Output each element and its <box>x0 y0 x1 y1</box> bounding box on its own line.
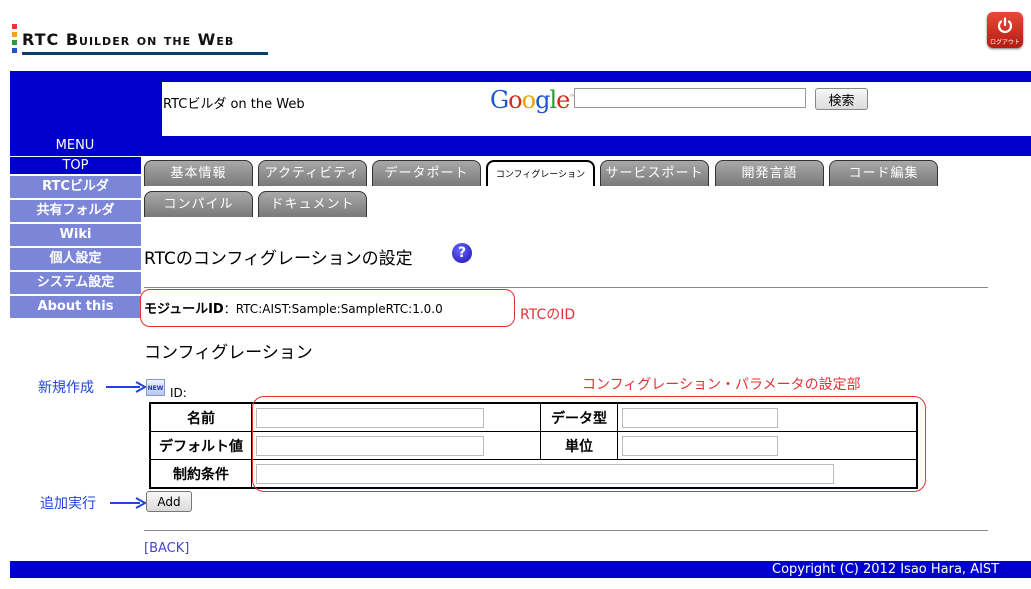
id-label: ID: <box>170 386 187 400</box>
annotation-rtc-id: RTCのID <box>520 307 576 323</box>
annotation-frame-config-params <box>252 396 926 492</box>
add-button[interactable]: Add <box>146 491 192 512</box>
annotation-new-create: 新規作成 <box>38 380 94 396</box>
tab-document[interactable]: ドキュメント <box>258 191 367 217</box>
help-icon[interactable]: ? <box>452 243 472 263</box>
sidebar-menu: TOP RTCビルダ 共有フォルダ Wiki 個人設定 システム設定 About… <box>10 157 141 320</box>
logo-text: RTC Builder on the Web <box>22 30 235 49</box>
sidebar-item-personal-settings[interactable]: 個人設定 <box>10 248 141 270</box>
divider <box>144 530 988 531</box>
back-link[interactable]: [BACK] <box>144 541 189 556</box>
tab-language[interactable]: 開発言語 <box>715 160 824 186</box>
annotation-frame-module-id <box>140 289 515 327</box>
tab-dataport[interactable]: データポート <box>372 160 481 186</box>
menu-label: MENU <box>55 138 95 153</box>
annotation-add-execute: 追加実行 <box>40 496 96 512</box>
tab-compile[interactable]: コンパイル <box>144 191 253 217</box>
sidebar-item-rtc-builder[interactable]: RTCビルダ <box>10 176 141 198</box>
new-document-icon[interactable]: NEW <box>146 379 165 396</box>
logout-button[interactable]: ログアウト <box>987 12 1023 48</box>
google-logo: Google™ <box>490 86 575 114</box>
search-input[interactable] <box>574 88 806 108</box>
site-name: RTCビルダ on the Web <box>163 97 305 112</box>
sidebar-item-system-settings[interactable]: システム設定 <box>10 272 141 294</box>
sidebar-item-shared-folder[interactable]: 共有フォルダ <box>10 200 141 222</box>
tab-configuration[interactable]: コンフィグレーション <box>486 160 595 186</box>
app-logo: RTC Builder on the Web <box>12 22 272 56</box>
tab-code-edit[interactable]: コード編集 <box>829 160 938 186</box>
tab-serviceport[interactable]: サービスポート <box>600 160 709 186</box>
tab-activity[interactable]: アクティビティ <box>258 160 367 186</box>
arrow-right-icon <box>110 497 146 509</box>
sidebar-item-wiki[interactable]: Wiki <box>10 224 141 246</box>
divider <box>144 287 988 288</box>
power-icon <box>997 17 1013 33</box>
constraint-label: 制約条件 <box>149 459 252 489</box>
sidebar-item-about[interactable]: About this <box>10 296 141 318</box>
sidebar-item-top[interactable]: TOP <box>10 157 141 174</box>
config-heading: コンフィグレーション <box>144 343 313 363</box>
default-value-label: デフォルト値 <box>149 431 252 460</box>
copyright-text: Copyright (C) 2012 Isao Hara, AIST <box>772 562 1000 577</box>
tab-basic-info[interactable]: 基本情報 <box>144 160 253 186</box>
logout-label: ログアウト <box>989 39 1020 46</box>
name-label: 名前 <box>149 402 252 432</box>
page-title: RTCのコンフィグレーションの設定 <box>144 249 413 269</box>
logo-color-bars <box>12 24 17 56</box>
arrow-right-icon <box>106 381 146 393</box>
annotation-config-params: コンフィグレーション・パラメータの設定部 <box>582 377 861 393</box>
search-button[interactable]: 検索 <box>815 88 868 110</box>
